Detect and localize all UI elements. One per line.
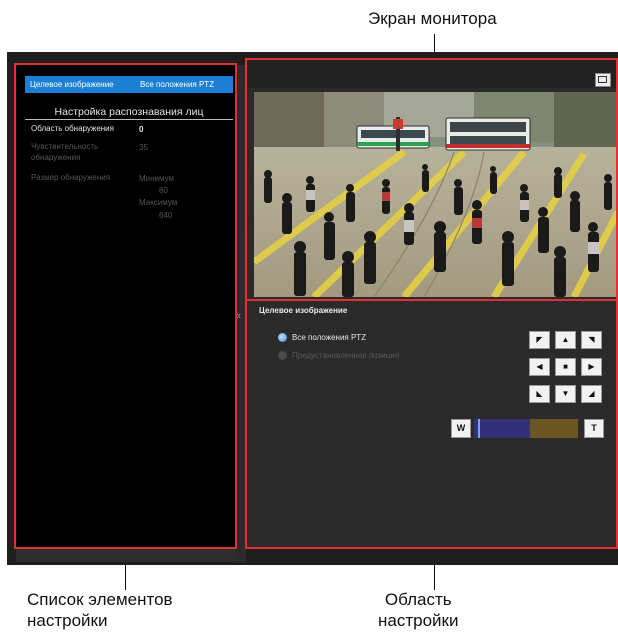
callout-settings-list-line2: настройки	[27, 611, 108, 630]
highlight-settings-list	[14, 63, 237, 549]
settings-list-footer	[16, 548, 235, 562]
callout-settings-area: Область настройки	[378, 589, 458, 631]
highlight-monitor-screen	[245, 58, 618, 301]
callout-settings-list-line1: Список элементов	[27, 590, 173, 609]
callout-settings-area-line1: Область	[384, 590, 452, 609]
callout-monitor-screen: Экран монитора	[368, 9, 497, 28]
highlight-settings-area	[245, 299, 618, 549]
callout-settings-area-line2: настройки	[378, 611, 459, 630]
callout-settings-list: Список элементов настройки	[27, 589, 173, 631]
